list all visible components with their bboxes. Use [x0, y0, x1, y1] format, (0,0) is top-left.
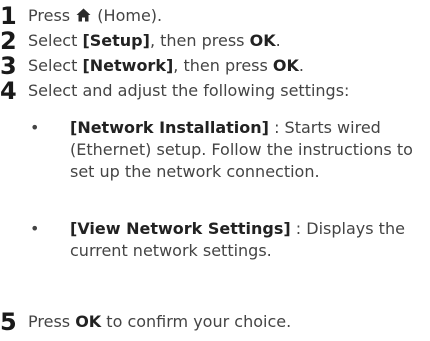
step-number: 4 — [0, 77, 17, 105]
ok-key: OK — [272, 56, 299, 75]
step-text: Select [Network], then press OK. — [28, 56, 305, 75]
step-text: Select and adjust the following settings… — [28, 81, 350, 100]
bullet-text: [View Network Settings] : Displays the c… — [70, 219, 405, 260]
ok-key: OK — [249, 31, 276, 50]
step-text: Select [Setup], then press OK. — [28, 31, 281, 50]
step-number: 3 — [0, 52, 17, 80]
menu-option-setup: [Setup] — [82, 31, 150, 50]
menu-option-view-network-settings: [View Network Settings] — [70, 219, 291, 238]
bullet-symbol: • — [30, 219, 40, 238]
step-text: Press (Home). — [28, 6, 163, 25]
bullet-text: [Network Installation] : Starts wired (E… — [70, 118, 413, 181]
home-icon — [76, 8, 91, 22]
step-number: 5 — [0, 308, 17, 336]
step-text: Press OK to confirm your choice. — [28, 312, 292, 331]
menu-option-network: [Network] — [82, 56, 174, 75]
step-number: 2 — [0, 27, 17, 55]
bullet-symbol: • — [30, 118, 40, 137]
ok-key: OK — [75, 312, 102, 331]
step-number: 1 — [0, 2, 17, 30]
menu-option-network-installation: [Network Installation] — [70, 118, 269, 137]
